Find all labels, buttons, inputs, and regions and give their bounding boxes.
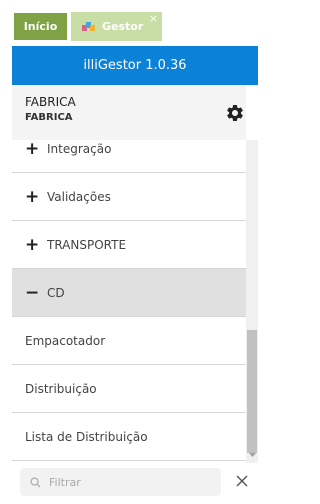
menu-subitem-label: Empacotador: [25, 333, 106, 348]
company-panel: FABRICA FABRICA: [12, 85, 246, 140]
expand-icon: +: [25, 140, 40, 159]
menu-subitem-label: Distribuição: [25, 381, 97, 396]
menu-item-transporte[interactable]: + TRANSPORTE: [12, 221, 246, 269]
menu-subitem-distribuicao[interactable]: Distribuição: [12, 365, 246, 413]
scrollbar-thumb[interactable]: [247, 330, 257, 453]
menu-panel: + Integração + Validações + TRANSPORTE −…: [12, 140, 246, 463]
menu-subitem-empacotador[interactable]: Empacotador: [12, 317, 246, 365]
menu-item-label: CD: [47, 285, 65, 300]
menu-item-label: Validações: [47, 189, 111, 204]
menu-item-label: TRANSPORTE: [47, 237, 127, 252]
filter-bar: [12, 463, 258, 504]
tab-gestor[interactable]: Gestor ×: [71, 12, 162, 41]
tab-inicio-label: Início: [23, 20, 58, 33]
expand-icon: +: [25, 186, 40, 207]
company-name: FABRICA: [25, 95, 76, 109]
search-icon: [30, 473, 41, 492]
tab-close-icon[interactable]: ×: [149, 12, 158, 25]
collapse-icon: −: [25, 282, 40, 303]
gear-icon[interactable]: [224, 102, 246, 124]
company-subtitle: FABRICA: [25, 112, 73, 123]
app-title: illiGestor 1.0.36: [83, 58, 187, 73]
filter-input[interactable]: [49, 475, 209, 489]
menu-subitem-lista-distribuicao[interactable]: Lista de Distribuição: [12, 413, 246, 461]
menu-item-label: Integração: [47, 141, 112, 156]
menu-subitem-label: Lista de Distribuição: [25, 429, 148, 444]
expand-icon: +: [25, 234, 40, 255]
scrollbar[interactable]: [246, 140, 258, 463]
tab-bar: Início Gestor ×: [0, 0, 265, 41]
menu-item-integracao[interactable]: + Integração: [12, 140, 246, 173]
tab-inicio[interactable]: Início: [14, 13, 67, 40]
filter-box[interactable]: [20, 468, 221, 496]
scroll-down-icon[interactable]: [246, 450, 258, 460]
app-header: illiGestor 1.0.36: [12, 46, 258, 85]
menu-item-cd[interactable]: − CD: [12, 269, 246, 317]
menu-item-validacoes[interactable]: + Validações: [12, 173, 246, 221]
close-icon[interactable]: [233, 470, 251, 492]
app-logo-icon: [82, 21, 96, 33]
tab-gestor-label: Gestor: [102, 20, 144, 33]
